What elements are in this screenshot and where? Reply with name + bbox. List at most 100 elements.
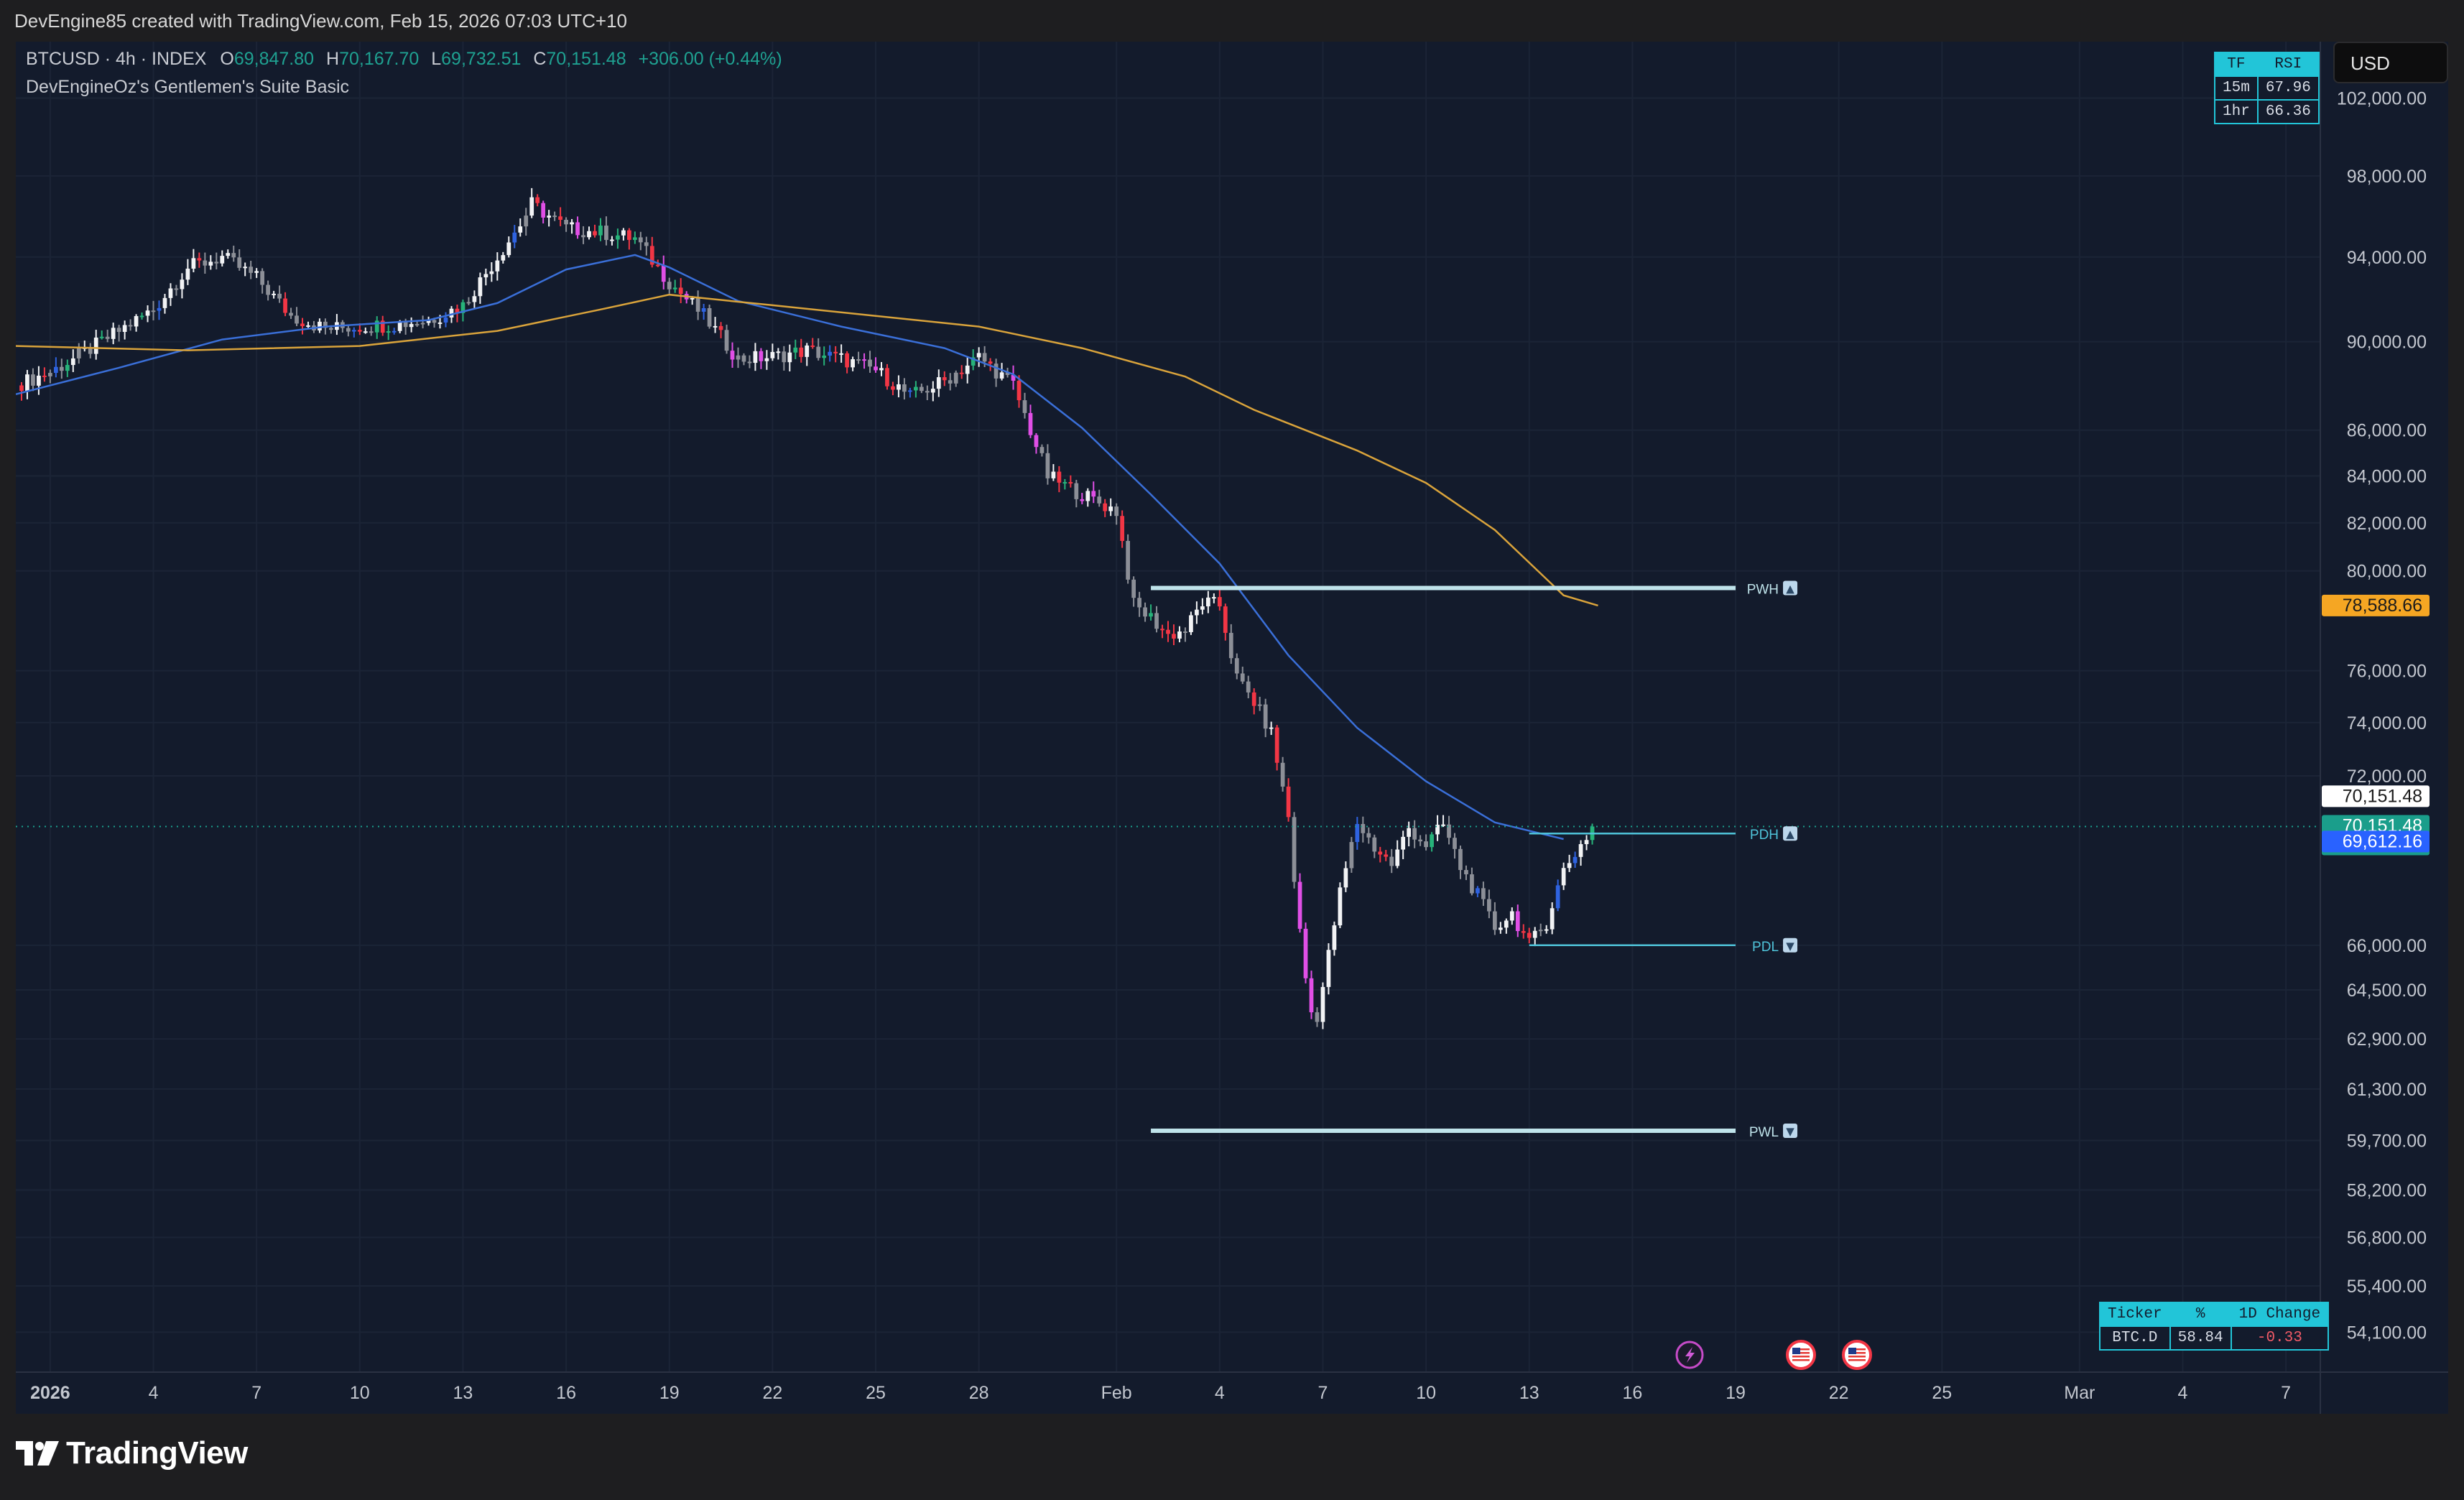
candle-body: [1286, 786, 1291, 818]
candle: [512, 225, 517, 249]
candle-body: [351, 330, 356, 332]
candle: [1297, 873, 1302, 933]
candle: [272, 290, 276, 299]
candle: [1120, 510, 1125, 548]
candle-body: [1166, 629, 1170, 634]
candle: [1555, 879, 1560, 912]
price-axis-tick-label: 90,000.00: [2347, 333, 2427, 353]
candle-body: [828, 351, 833, 356]
candle: [1303, 922, 1308, 983]
tradingview-logo[interactable]: TradingView: [16, 1435, 248, 1471]
candle: [759, 348, 764, 369]
candle: [37, 366, 41, 395]
candle-body: [994, 364, 999, 379]
candle: [736, 347, 741, 369]
time-axis-tick-label: 25: [1932, 1383, 1952, 1403]
candle: [134, 314, 139, 332]
candle-body: [1085, 491, 1090, 501]
candle-body: [1126, 540, 1131, 580]
candle: [897, 375, 901, 398]
candle: [1177, 626, 1182, 643]
time-axis-tick-label: 16: [1622, 1383, 1642, 1403]
price-axis-tick-label: 80,000.00: [2347, 562, 2427, 582]
currency-button[interactable]: USD: [2333, 42, 2448, 83]
candle: [879, 361, 884, 376]
time-axis-tick-label: 22: [762, 1383, 782, 1403]
candle-body: [70, 358, 75, 366]
candle: [787, 344, 792, 371]
us-flag-event-icon: [1842, 1340, 1872, 1370]
candle-body: [672, 287, 677, 290]
candle: [1045, 444, 1050, 485]
candle-body: [1223, 606, 1228, 633]
price-axis-tick-label: 84,000.00: [2347, 466, 2427, 486]
flag-stripe: [1792, 1359, 1810, 1361]
candle: [1378, 846, 1383, 863]
candle: [501, 251, 506, 264]
candle: [1103, 499, 1108, 517]
candle-body: [810, 345, 815, 347]
candle: [1292, 812, 1297, 889]
price-axis-tick-label: 94,000.00: [2347, 248, 2427, 268]
snapshot-caption: DevEngine85 created with TradingView.com…: [14, 10, 627, 32]
candle: [741, 353, 746, 366]
candle-body: [1028, 412, 1033, 435]
candle-body: [759, 351, 764, 361]
chart-area[interactable]: 102,000.00 98,000.00 94,000.00 90,000.00 86,…: [16, 42, 2448, 1414]
candle-body: [1412, 828, 1417, 840]
change-value: +306.00 (+0.44%): [638, 49, 782, 69]
indicator-name[interactable]: DevEngineOz's Gentlemen's Suite Basic: [26, 77, 782, 98]
candle-body: [925, 391, 930, 393]
candle-body: [524, 216, 529, 227]
rsi-table-header: TF RSI: [2214, 52, 2320, 77]
candle: [667, 277, 672, 294]
candle-body: [1074, 483, 1079, 499]
candle: [1074, 479, 1079, 508]
candle: [243, 262, 248, 277]
candle: [1424, 834, 1428, 851]
symbol-title[interactable]: BTCUSD · 4h · INDEX: [26, 49, 206, 69]
candle: [380, 315, 385, 336]
price-tag-text: 78,588.66: [2343, 596, 2422, 616]
candle-body: [197, 258, 202, 261]
rsi-tf-cell: 1hr: [2214, 99, 2259, 124]
candle-body: [741, 355, 746, 362]
candle-body: [1143, 607, 1147, 617]
candle: [529, 188, 534, 218]
candle: [810, 338, 815, 349]
candle: [828, 345, 833, 362]
candle-body: [289, 312, 293, 316]
candle-body: [529, 197, 534, 216]
candle-body: [1504, 920, 1509, 928]
candle: [776, 348, 781, 360]
candle-body: [506, 242, 511, 256]
candle-body: [1200, 606, 1205, 610]
price-axis-tick-label: 59,700.00: [2347, 1131, 2427, 1152]
candle: [180, 273, 185, 299]
candle: [1114, 503, 1119, 525]
time-axis-tick-label: 7: [2281, 1383, 2291, 1403]
candle-body: [392, 330, 397, 333]
candle-body: [930, 389, 935, 393]
open-value: 69,847.80: [233, 49, 315, 69]
candle: [1189, 611, 1193, 635]
chart-canvas[interactable]: 102,000.00 98,000.00 94,000.00 90,000.00 86,…: [16, 42, 2448, 1414]
candle: [1062, 478, 1067, 490]
candle: [558, 207, 562, 226]
candle-body: [1195, 609, 1199, 616]
ohlc-row: BTCUSD · 4h · INDEX O69,847.80 H70,167.7…: [26, 49, 782, 70]
ticker-header-ticker: Ticker: [2099, 1302, 2171, 1327]
time-axis-tick-label: 4: [1215, 1383, 1225, 1403]
candle-body: [318, 321, 322, 330]
candle: [1578, 840, 1583, 866]
candle-body: [483, 274, 488, 278]
ticker-percent-cell: 58.84: [2169, 1325, 2232, 1351]
candle: [1389, 848, 1394, 874]
candle: [1355, 817, 1360, 850]
candle: [99, 330, 104, 340]
candle: [919, 383, 924, 394]
candle: [581, 226, 585, 244]
time-axis-tick-label: 28: [969, 1383, 989, 1403]
candle: [1126, 534, 1131, 584]
candle: [1097, 489, 1102, 507]
